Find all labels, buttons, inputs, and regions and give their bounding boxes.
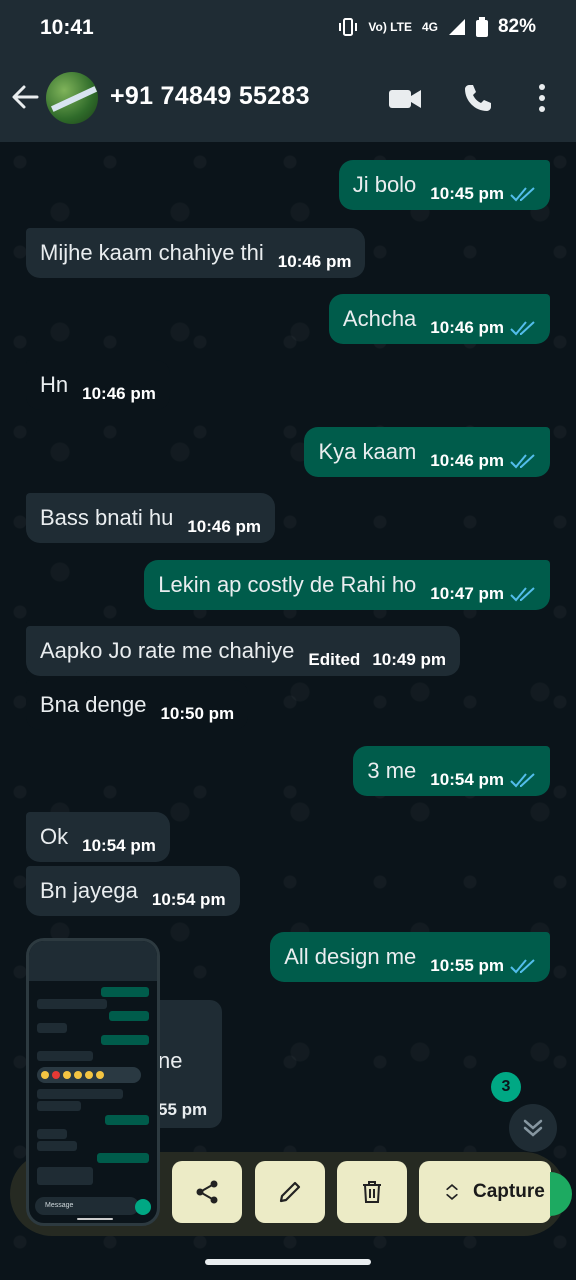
message-time: 10:46 pm xyxy=(277,252,352,271)
chat-header: +91 74849 55283 xyxy=(0,56,576,142)
home-indicator[interactable] xyxy=(205,1259,371,1265)
double-check-read-icon xyxy=(510,454,535,469)
battery-icon xyxy=(475,17,488,37)
thumbnail-input-placeholder: Message xyxy=(45,1202,74,1209)
trash-icon xyxy=(363,1181,381,1203)
message-bubble-incoming[interactable]: Mijhe kaam chahiye thi 10:46 pm xyxy=(26,228,366,278)
message-text: Ok xyxy=(40,824,69,849)
edit-pencil-icon xyxy=(279,1181,301,1203)
message-time: 10:46 pm xyxy=(430,318,504,337)
message-bubble-outgoing[interactable]: Ji bolo 10:45 pm xyxy=(338,160,550,210)
thumbnail-message xyxy=(97,1153,149,1163)
message-bubble-incoming[interactable]: Hn 10:46 pm xyxy=(26,360,170,410)
message-text: Mijhe kaam chahiye thi xyxy=(40,240,264,265)
double-check-read-icon xyxy=(510,773,535,788)
thumbnail-message xyxy=(37,1089,123,1099)
message-text: Aapko Jo rate me chahiye xyxy=(40,638,295,663)
thumbnail-message xyxy=(105,1115,149,1125)
message-bubble-incoming[interactable]: Aapko Jo rate me chahiye Edited 10:49 pm xyxy=(26,626,461,676)
message-time: 10:47 pm xyxy=(430,584,504,603)
message-bubble-outgoing[interactable]: 3 me 10:54 pm xyxy=(353,746,550,796)
thumbnail-message xyxy=(101,987,149,997)
message-bubble-incoming[interactable]: Bass bnati hu 10:46 pm xyxy=(26,493,276,543)
video-call-icon[interactable] xyxy=(388,84,422,114)
message-text: Bass bnati hu xyxy=(40,505,174,530)
thumbnail-message xyxy=(37,1051,93,1061)
message-text-fragment: ne xyxy=(158,1048,183,1073)
message-bubble-incoming[interactable]: Ok 10:54 pm xyxy=(26,812,170,862)
vibrate-icon xyxy=(339,18,358,36)
expand-vertical-icon xyxy=(446,1183,458,1201)
message-text: 3 me xyxy=(367,758,417,783)
message-time: 10:46 pm xyxy=(187,517,262,536)
status-bar: 10:41 Vo) LTE 4G 82% xyxy=(0,0,576,56)
double-check-read-icon xyxy=(510,321,535,336)
message-text: All design me xyxy=(284,944,417,969)
message-time: 10:46 pm xyxy=(82,384,156,403)
message-text: Lekin ap costly de Rahi ho xyxy=(158,572,417,597)
avatar[interactable] xyxy=(46,72,98,124)
thumbnail-message xyxy=(37,1141,77,1151)
unread-count-badge: 3 xyxy=(491,1072,521,1102)
message-time: 10:55 pm xyxy=(430,956,504,975)
message-bubble-outgoing[interactable]: Lekin ap costly de Rahi ho 10:47 pm xyxy=(144,560,550,610)
double-check-read-icon xyxy=(510,959,535,974)
thumbnail-reaction-row xyxy=(37,1067,141,1083)
thumbnail-message-input: Message xyxy=(35,1197,139,1215)
message-bubble-incoming[interactable]: Bna denge 10:50 pm xyxy=(26,680,249,730)
thumbnail-message xyxy=(37,1167,93,1185)
double-chevron-down-icon xyxy=(523,1119,543,1137)
signal-icon xyxy=(448,19,465,35)
message-text: Hn xyxy=(40,372,69,397)
edited-label: Edited xyxy=(308,650,361,669)
message-time: 10:49 pm xyxy=(372,650,447,669)
thumbnail-header xyxy=(29,941,157,981)
message-bubble-outgoing[interactable]: Achcha 10:46 pm xyxy=(328,294,550,344)
back-arrow-icon[interactable] xyxy=(10,82,40,112)
double-check-read-icon xyxy=(510,587,535,602)
double-check-read-icon xyxy=(510,187,535,202)
delete-button[interactable] xyxy=(337,1161,407,1223)
message-text: Bn jayega xyxy=(40,878,138,903)
edit-button[interactable] xyxy=(255,1161,325,1223)
share-button[interactable] xyxy=(172,1161,242,1223)
message-time: 10:45 pm xyxy=(430,184,504,203)
contact-name[interactable]: +91 74849 55283 xyxy=(110,82,310,111)
navigation-bar xyxy=(0,1250,576,1280)
message-text: Kya kaam xyxy=(318,439,417,464)
message-text: Bna denge xyxy=(40,692,147,717)
thumbnail-message xyxy=(37,999,107,1009)
screenshot-thumbnail[interactable]: Message xyxy=(26,938,160,1226)
message-time: 10:54 pm xyxy=(82,836,156,855)
status-time: 10:41 xyxy=(40,16,94,39)
network-label: Vo) LTE xyxy=(368,20,412,34)
network-type: 4G xyxy=(421,20,438,34)
thumbnail-home-indicator xyxy=(77,1218,113,1220)
message-time: 10:54 pm xyxy=(151,890,226,909)
message-time: 10:46 pm xyxy=(430,451,504,470)
status-icons: Vo) LTE 4G 82% xyxy=(338,16,536,38)
message-bubble-outgoing[interactable]: All design me 10:55 pm xyxy=(270,932,550,982)
battery-percent: 82% xyxy=(497,16,536,37)
scroll-down-button[interactable] xyxy=(509,1104,557,1152)
thumbnail-mic-icon xyxy=(135,1199,151,1215)
thumbnail-message xyxy=(37,1023,67,1033)
thumbnail-message xyxy=(37,1129,67,1139)
message-bubble-outgoing[interactable]: Kya kaam 10:46 pm xyxy=(304,427,550,477)
message-time: 10:54 pm xyxy=(430,770,504,789)
message-time: 10:50 pm xyxy=(160,704,235,723)
message-text: Ji bolo xyxy=(352,172,417,197)
capture-button[interactable]: Capture xyxy=(419,1161,551,1223)
message-text: Achcha xyxy=(342,306,417,331)
thumbnail-message xyxy=(37,1101,81,1111)
more-options-icon[interactable] xyxy=(532,82,552,114)
voice-call-icon[interactable] xyxy=(462,82,494,114)
thumbnail-message xyxy=(101,1035,149,1045)
thumbnail-message xyxy=(109,1011,149,1021)
share-icon xyxy=(196,1180,218,1204)
message-bubble-incoming[interactable]: Bn jayega 10:54 pm xyxy=(26,866,240,916)
capture-label: Capture xyxy=(473,1181,545,1202)
message-time-fragment: 55 pm xyxy=(158,1100,208,1119)
